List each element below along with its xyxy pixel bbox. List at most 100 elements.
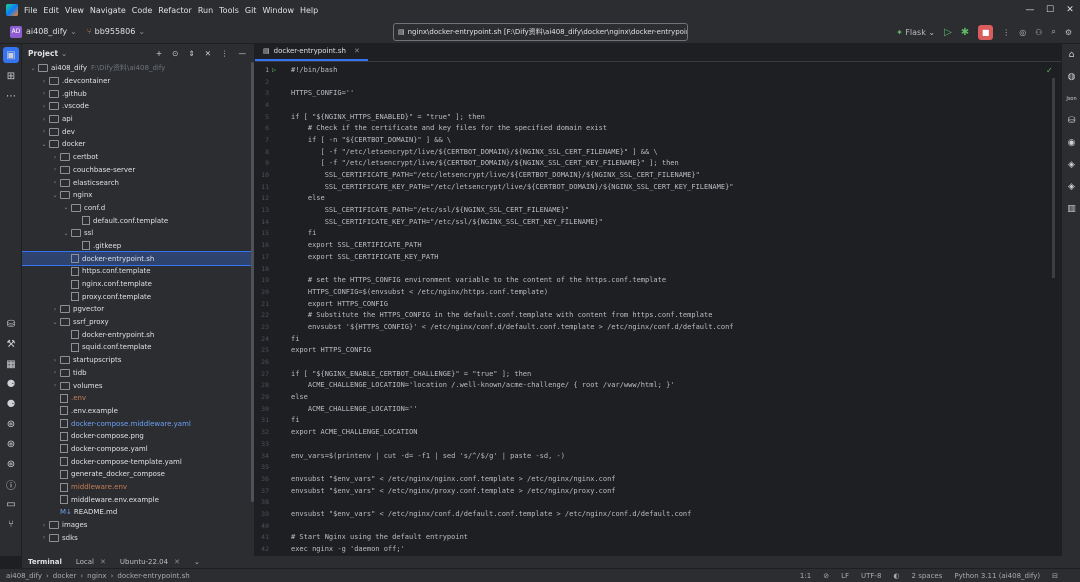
maximize-icon[interactable]: ☐ (1040, 5, 1060, 15)
problems-icon[interactable]: ⚈ (0, 394, 22, 414)
more-icon[interactable]: ⋮ (1002, 28, 1010, 37)
tree-item[interactable]: › api (22, 113, 254, 126)
chevron-down-icon[interactable]: ⌄ (39, 141, 49, 148)
menu-item[interactable]: Navigate (90, 6, 126, 15)
breadcrumb-item[interactable]: docker-entrypoint.sh (117, 572, 189, 580)
tree-item[interactable]: https.conf.template (22, 265, 254, 278)
run-tool-icon[interactable]: ⊛ (0, 454, 22, 474)
database-tool-icon[interactable]: ⛁ (1062, 110, 1080, 132)
tree-item[interactable]: › tidb (22, 367, 254, 380)
tree-item[interactable]: docker-compose.yaml (22, 443, 254, 456)
menu-item[interactable]: Run (198, 6, 213, 15)
tree-item[interactable]: › startupscripts (22, 354, 254, 367)
options-icon[interactable]: ⋮ (221, 49, 229, 58)
tree-item[interactable]: › .github (22, 87, 254, 100)
project-panel-title[interactable]: Project (28, 49, 58, 58)
tree-item[interactable]: docker-compose-template.yaml (22, 455, 254, 468)
debug-icon[interactable]: ✱ (961, 27, 969, 38)
menu-item[interactable]: Window (262, 6, 294, 15)
terminal-local-tab[interactable]: Local (76, 558, 94, 566)
locate-icon[interactable]: ⊙ (172, 49, 178, 58)
tree-item[interactable]: generate_docker_compose (22, 468, 254, 481)
tree-item[interactable]: docker-entrypoint.sh (22, 328, 254, 341)
terminal-ubuntu-tab[interactable]: Ubuntu-22.04 (120, 558, 168, 566)
ai-assistant-icon[interactable]: ◎ (1019, 28, 1026, 37)
indent-setting[interactable]: 2 spaces (912, 572, 943, 580)
terminal-tool-icon[interactable]: ▭ (0, 494, 22, 514)
chevron-right-icon[interactable]: › (50, 369, 60, 376)
tree-item[interactable]: .gitkeep (22, 240, 254, 253)
tree-item[interactable]: .env.example (22, 405, 254, 418)
structure-tool-icon[interactable]: ⊞ (0, 66, 22, 86)
tab-docker-entrypoint[interactable]: ▤ docker-entrypoint.sh ✕ (255, 43, 368, 61)
json-icon[interactable]: Json (1062, 88, 1080, 110)
chevron-down-icon[interactable]: ⌄ (50, 192, 60, 199)
chevron-right-icon[interactable]: › (50, 306, 60, 313)
todo-icon[interactable]: ⓘ (0, 474, 22, 494)
search-icon[interactable]: ⌕ (1051, 27, 1055, 37)
chevron-right-icon[interactable]: › (39, 116, 49, 123)
tree-item[interactable]: › images (22, 519, 254, 532)
tree-item[interactable]: › pgvector (22, 303, 254, 316)
menu-item[interactable]: Edit (43, 6, 59, 15)
chevron-right-icon[interactable]: › (39, 78, 49, 85)
line-separator[interactable]: LF (841, 572, 849, 580)
menu-item[interactable]: Code (132, 6, 152, 15)
file-path-search[interactable]: ▤ nginx\docker-entrypoint.sh [F:\Dify资料\a… (393, 23, 688, 41)
minimize-icon[interactable]: — (1020, 5, 1040, 15)
chevron-down-icon[interactable]: ⌄ (28, 65, 38, 72)
tree-item[interactable]: › dev (22, 125, 254, 138)
python-interpreter[interactable]: Python 3.11 (ai408_dify) (954, 572, 1040, 580)
menu-item[interactable]: Help (300, 6, 318, 15)
close-icon[interactable]: ✕ (1060, 5, 1080, 15)
cursor-position[interactable]: 1:1 (800, 572, 811, 580)
project-switcher[interactable]: ai408_dify ⌄ (26, 27, 77, 36)
python-packages-icon[interactable]: ▦ (0, 354, 22, 374)
code-editor[interactable]: 1 ▷ #!/bin/bash 2 3 HTTPS_CONFIG='' 4 5 if [ "${… (255, 64, 1061, 556)
close-icon[interactable]: ✕ (174, 558, 180, 566)
tree-item[interactable]: ⌄ ai408_dify F:\Dify资料\ai408_dify (22, 62, 254, 75)
tree-item[interactable]: proxy.conf.template (22, 290, 254, 303)
chevron-right-icon[interactable]: › (50, 166, 60, 173)
file-encoding[interactable]: UTF-8 (861, 572, 881, 580)
tree-item[interactable]: › .devcontainer (22, 75, 254, 88)
expand-collapse-icon[interactable]: ⇕ (188, 49, 194, 58)
notifications-icon[interactable]: ⌂ (1062, 44, 1080, 66)
tree-item[interactable]: › .vscode (22, 100, 254, 113)
close-all-icon[interactable]: ✕ (205, 49, 211, 58)
chevron-right-icon[interactable]: › (50, 357, 60, 364)
ai-chat-icon[interactable]: ◍ (1062, 66, 1080, 88)
menu-item[interactable]: Git (245, 6, 257, 15)
copilot-icon[interactable]: ◉ (1062, 132, 1080, 154)
endpoints-icon[interactable]: ◈ (1062, 176, 1080, 198)
close-tab-icon[interactable]: ✕ (354, 47, 360, 55)
tree-item[interactable]: squid.conf.template (22, 341, 254, 354)
user-icon[interactable]: ⚇ (1035, 28, 1042, 37)
chevron-right-icon[interactable]: › (39, 128, 49, 135)
tree-item[interactable]: middleware.env (22, 481, 254, 494)
hide-icon[interactable]: — (239, 49, 247, 58)
chevron-right-icon[interactable]: › (39, 522, 49, 529)
database-icon[interactable]: ⛁ (0, 314, 22, 334)
run-config-selector[interactable]: ✦ Flask ⌄ (896, 28, 935, 37)
menu-item[interactable]: File (24, 6, 37, 15)
tree-item[interactable]: docker-entrypoint.sh (22, 251, 254, 266)
chevron-right-icon[interactable]: › (39, 103, 49, 110)
chevron-right-icon[interactable]: › (50, 382, 60, 389)
stop-icon[interactable]: ■ (978, 24, 994, 40)
tree-item[interactable]: middleware.env.example (22, 493, 254, 506)
build-icon[interactable]: ⚒ (0, 334, 22, 354)
tree-item[interactable]: › couchbase-server (22, 164, 254, 177)
tree-item[interactable]: M↓ README.md (22, 506, 254, 519)
chevron-right-icon[interactable]: › (50, 154, 60, 161)
menu-item[interactable]: Tools (219, 6, 239, 15)
chevron-right-icon[interactable]: › (39, 534, 49, 541)
breadcrumb-item[interactable]: ai408_dify (6, 572, 42, 580)
tree-item[interactable]: ⌄ nginx (22, 189, 254, 202)
new-tab-icon[interactable]: ⌄ (194, 558, 200, 566)
breadcrumb-item[interactable]: docker (53, 572, 77, 580)
terminal-tab[interactable]: Terminal (28, 558, 62, 566)
menu-item[interactable]: View (65, 6, 84, 15)
chevron-down-icon[interactable]: ⌄ (50, 319, 60, 326)
tree-item[interactable]: docker-compose.png (22, 430, 254, 443)
